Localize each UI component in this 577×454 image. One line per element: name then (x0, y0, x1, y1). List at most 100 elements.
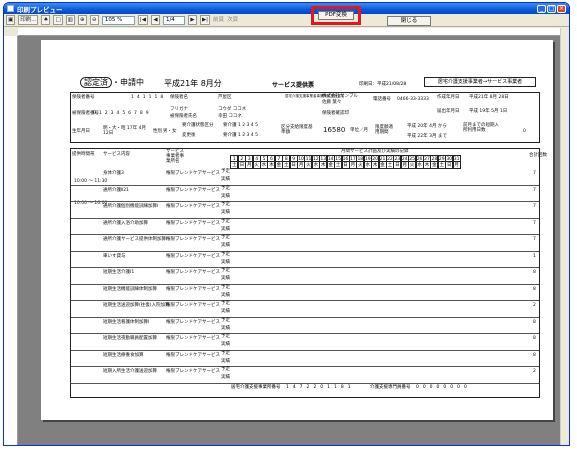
period-from: 平成 20年 4月 から (407, 124, 447, 129)
minimize-button[interactable]: _ (537, 4, 546, 13)
birth: 明・大・昭 17年 4月 12日 (103, 126, 146, 136)
service-name: 短期生活機能訓練体制加算 (103, 286, 157, 292)
provider-name: 権限ブレンドケアサービス (166, 237, 220, 242)
service-name: 通所介護サービス提供体制加算Ⅰ (103, 237, 168, 242)
provider-name: 権限ブレンドケアサービス (166, 171, 220, 176)
vertical-scrollbar[interactable] (560, 28, 569, 445)
row-total: 8 (533, 270, 536, 275)
toolbar: ▣ 印刷... ♠ □ ▥ ⊕ ⊖ 105 % |◀ ◀ 1/4 ▶ ▶| 前頁… (4, 14, 569, 27)
stamp-applying: 申請中 (120, 78, 144, 87)
plan-label: 予定 (221, 251, 230, 257)
plan-label: 予定 (221, 268, 230, 273)
person-name-label: 被保険者氏名 (170, 114, 197, 119)
row-total: 7 (533, 220, 536, 226)
phone: 0466-33-3333 (397, 97, 429, 102)
service-grid: 提供時間帯 サービス内容 サービス事業者事業所名 月間サービス計画及び実績の記録… (70, 148, 547, 398)
weekday-header: 土日月火水木金土日月火水木金土日月火水木金土日月火水木金土日月 (230, 161, 461, 169)
row-divider (71, 217, 539, 219)
zoom-out-icon[interactable]: ⊖ (89, 15, 99, 25)
footer-care-label: 居宅介護支援事業所番号 (231, 385, 281, 390)
person-no: 0123456789 (93, 111, 152, 116)
provider-name: 権限ブレンドケアサービス (166, 336, 220, 341)
close-window-button[interactable]: × (557, 4, 566, 13)
changed-label: 変更後 (182, 133, 196, 138)
actual-label: 実績 (221, 375, 230, 380)
service-name: 通所介護個別機能訓練加算Ⅰ (103, 204, 159, 209)
one-page-icon[interactable]: □ (53, 15, 63, 25)
service-name: 短期生活療養食加算 (103, 352, 144, 358)
last-page-icon[interactable]: ▶| (199, 15, 211, 25)
row-divider (71, 333, 539, 334)
row-total: 1 (533, 253, 536, 259)
row-divider (71, 267, 539, 268)
page-input[interactable]: 1/4 (162, 15, 185, 25)
zoom-in-icon[interactable]: ⊕ (77, 15, 87, 25)
actual-label: 実績 (221, 358, 230, 364)
next-button[interactable]: 次頁 (227, 15, 238, 25)
plan-label: 予定 (221, 202, 230, 207)
screenshot: 印刷プレビュー _ □ × ▣ 印刷... ♠ □ ▥ ⊕ ⊖ 105 % |◀… (0, 0, 577, 454)
row-total: 8 (533, 336, 536, 341)
actual-label: 実績 (221, 309, 230, 314)
document-title: サービス提供票 (272, 82, 315, 89)
period-to: 平成 22年 3月 まで (407, 134, 447, 139)
next-page-icon[interactable]: ▶ (187, 15, 197, 25)
service-name: 短期生活介護Ⅰ1 (103, 270, 135, 275)
notify-label: 届出年月日 (437, 109, 460, 114)
row-divider (71, 366, 539, 367)
row-divider (71, 234, 539, 235)
provider-name: 権限ブレンドケアサービス (166, 204, 220, 209)
save-icon[interactable]: ▣ (6, 15, 16, 25)
provider-name: 権限ブレンドケアサービス (166, 187, 220, 193)
service-name: 身体介護3 (103, 171, 124, 176)
prev-page-icon[interactable]: ◀ (150, 15, 160, 25)
maximize-button[interactable]: □ (547, 4, 556, 13)
actual-label: 実績 (221, 193, 230, 199)
plan-label: 予定 (221, 301, 230, 306)
created-label: 作成年月日 (437, 95, 460, 100)
insurer-name: 芦屋区 (218, 95, 232, 100)
row-divider (71, 201, 539, 202)
prev-button[interactable]: 前頁 (213, 15, 224, 25)
stamp-done: 認定済 (80, 77, 112, 88)
print-label: 印刷... (20, 17, 37, 23)
insurer-name-label: 保険者名 (170, 95, 188, 100)
close-preview-button[interactable]: 閉じる (387, 16, 431, 26)
insured-no: 141118 (131, 95, 167, 100)
sex: 男・女 (163, 129, 177, 134)
provider-name: 権限ブレンドケアサービス (166, 286, 220, 292)
care-level-label: 要介護状態区分 (182, 123, 214, 128)
pdf-convert-button[interactable]: PDF変換 (318, 11, 354, 20)
print-button[interactable]: 印刷... (18, 15, 39, 25)
actual-label: 実績 (221, 210, 230, 215)
sex-label: 性別 (153, 129, 162, 134)
stamp-sep: ・ (112, 78, 120, 87)
care-level: 要介護 1 2 3 4 5 (223, 123, 258, 128)
title-bar: 印刷プレビュー _ □ × (4, 3, 569, 14)
search-icon[interactable]: ♠ (41, 15, 51, 25)
row-divider (71, 283, 539, 285)
year-month: 平成21年 8月分 (164, 79, 222, 88)
footer-manager-label: 介護支援専門員番号 (370, 385, 411, 390)
col-days-title: 月間サービス計画及び実績の記録 (341, 149, 409, 154)
weekday-cell: 月 (452, 161, 461, 169)
plan-label: 予定 (221, 169, 230, 174)
two-page-icon[interactable]: ▥ (65, 15, 75, 25)
col-total: 合計回数 (529, 153, 547, 158)
plan-label: 予定 (221, 185, 230, 191)
created-date: 平成21年 8月 28日 (469, 95, 509, 100)
provider-header: 居宅介護支援事業者→サービス事業者 (424, 77, 536, 87)
first-page-icon[interactable]: |◀ (137, 15, 148, 25)
staff: 佐藤 葉々 (322, 100, 342, 105)
row-total: 7 (533, 171, 536, 176)
service-name: 車いす貸与 (103, 253, 126, 259)
prev-month-label: 前月までの短期入所利用日数 (463, 123, 499, 133)
horizontal-ruler (18, 28, 568, 36)
col-provider: サービス事業者事業所名 (166, 149, 184, 164)
zoom-select[interactable]: 105 % (101, 15, 135, 25)
furigana-label: フリガナ (170, 107, 188, 112)
actual-label: 実績 (221, 276, 230, 281)
limit-unit: 単位／月 (350, 128, 368, 133)
plan-label: 予定 (221, 235, 230, 240)
insured-no-label: 保険者番号 (72, 95, 95, 100)
